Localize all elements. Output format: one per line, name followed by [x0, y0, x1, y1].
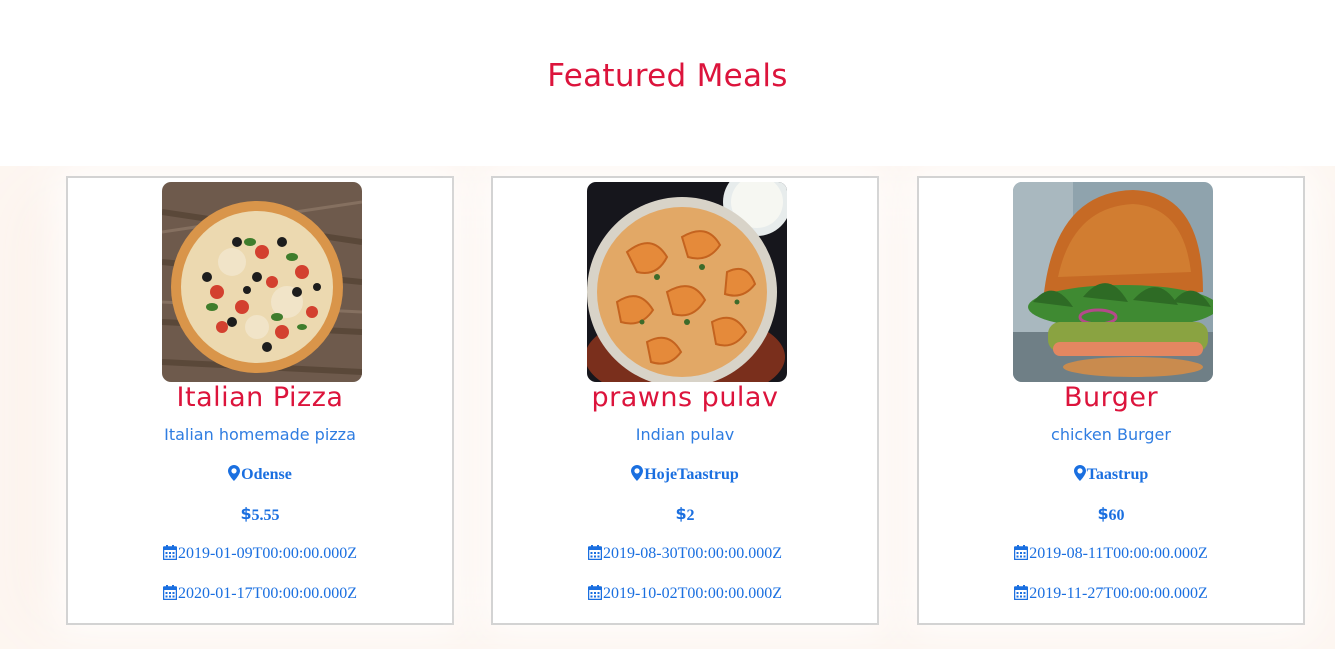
meal-when-date: 2019-11-27T00:00:00.000Z — [919, 585, 1303, 603]
meal-when-date-text: 2019-10-02T00:00:00.000Z — [602, 585, 783, 602]
meal-title[interactable]: prawns pulav — [493, 382, 877, 413]
meal-image-burger[interactable] — [1013, 182, 1213, 382]
meal-card[interactable]: Italian Pizza Italian homemade pizza Ode… — [66, 176, 454, 625]
meal-location-text: Taastrup — [1086, 466, 1149, 483]
meal-created-date: 2019-08-30T00:00:00.000Z — [493, 545, 877, 563]
svg-text:$: $ — [676, 505, 686, 522]
svg-text:$: $ — [241, 505, 251, 522]
title-section: Featured Meals — [0, 0, 1335, 166]
calendar-icon — [162, 585, 177, 600]
calendar-icon — [1014, 585, 1029, 600]
section-title: Featured Meals — [547, 58, 788, 94]
meal-description: Indian pulav — [635, 425, 735, 444]
meal-price-text: 5.55 — [251, 507, 280, 524]
meal-title[interactable]: Burger — [919, 382, 1303, 413]
meal-image-prawns-pulav[interactable] — [587, 182, 787, 382]
calendar-icon — [162, 545, 177, 560]
meal-created-date: 2019-01-09T00:00:00.000Z — [68, 545, 452, 563]
calendar-icon — [587, 585, 602, 600]
meal-card[interactable]: Burger chicken Burger Taastrup $60 2019-… — [917, 176, 1305, 625]
svg-text:$: $ — [1098, 505, 1108, 522]
map-marker-icon — [1073, 465, 1086, 481]
meal-price: $5.55 — [68, 505, 452, 525]
map-marker-icon — [228, 465, 241, 481]
meal-price-text: 2 — [686, 507, 695, 524]
meal-created-date-text: 2019-08-11T00:00:00.000Z — [1029, 545, 1208, 562]
meal-when-date-text: 2019-11-27T00:00:00.000Z — [1029, 585, 1208, 602]
meal-location: Taastrup — [919, 465, 1303, 484]
meal-description: Italian homemade pizza — [164, 425, 356, 444]
pizza-photo — [162, 182, 362, 382]
meal-title[interactable]: Italian Pizza — [68, 382, 452, 413]
meal-location-text: Odense — [241, 466, 292, 483]
meal-when-date: 2019-10-02T00:00:00.000Z — [493, 585, 877, 603]
meal-created-date-text: 2019-08-30T00:00:00.000Z — [602, 545, 783, 562]
meal-price: $2 — [493, 505, 877, 525]
burger-photo — [1013, 182, 1213, 382]
meal-location: Odense — [68, 465, 452, 484]
prawns-pulav-photo — [587, 182, 787, 382]
meals-list: Italian Pizza Italian homemade pizza Ode… — [0, 166, 1335, 649]
meal-image-pizza[interactable] — [162, 182, 362, 382]
meal-location-text: HojeTaastrup — [644, 466, 739, 483]
calendar-icon — [1014, 545, 1029, 560]
meal-card[interactable]: prawns pulav Indian pulav HojeTaastrup $… — [491, 176, 879, 625]
map-marker-icon — [631, 465, 644, 481]
meal-created-date: 2019-08-11T00:00:00.000Z — [919, 545, 1303, 563]
meal-price-text: 60 — [1108, 507, 1125, 524]
dollar-icon: $ — [241, 505, 251, 522]
meal-created-date-text: 2019-01-09T00:00:00.000Z — [177, 545, 358, 562]
meal-price: $60 — [919, 505, 1303, 525]
meal-location: HojeTaastrup — [493, 465, 877, 484]
meal-when-date-text: 2020-01-17T00:00:00.000Z — [177, 585, 358, 602]
dollar-icon: $ — [676, 505, 686, 522]
calendar-icon — [587, 545, 602, 560]
meal-description: chicken Burger — [1051, 425, 1171, 444]
dollar-icon: $ — [1098, 505, 1108, 522]
featured-meals-page: Featured Meals Italian Pizza Italian hom… — [0, 0, 1335, 649]
meal-when-date: 2020-01-17T00:00:00.000Z — [68, 585, 452, 603]
